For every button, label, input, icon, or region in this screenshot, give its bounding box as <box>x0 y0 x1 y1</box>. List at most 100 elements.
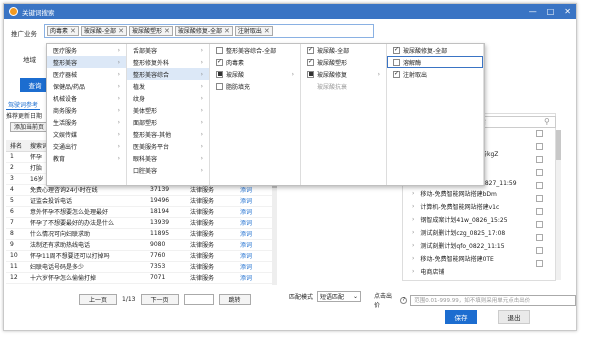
cascader-check-item[interactable]: 注射取出 <box>387 68 483 80</box>
checkbox[interactable] <box>393 70 400 78</box>
cascader-item[interactable]: 机械设备 › <box>47 92 126 104</box>
cascader-item[interactable]: 整形美容综合 › <box>127 68 209 80</box>
cascader-item[interactable]: 教育 › <box>47 152 126 164</box>
checkbox[interactable] <box>307 46 314 54</box>
table-cell: 法律服务 <box>186 261 236 273</box>
remove-tag-icon[interactable]: ✕ <box>224 27 230 36</box>
cascader-item[interactable]: 商务服务 › <box>47 104 126 116</box>
cascader-item[interactable]: 生活服务 › <box>47 116 126 128</box>
cascader-item[interactable]: 眼科美容 › <box>127 152 209 164</box>
add-keyword-link[interactable]: 添词 <box>236 261 276 273</box>
checkbox[interactable] <box>536 143 543 150</box>
minimize-icon[interactable]: — <box>529 7 537 16</box>
checkbox[interactable] <box>536 221 543 228</box>
add-keyword-link[interactable]: 添词 <box>236 217 276 229</box>
checkbox[interactable] <box>536 247 543 254</box>
cascader-item[interactable]: 医美服务平台 › <box>127 140 209 152</box>
tab-keyword-ref[interactable]: 驾驶词参考 <box>6 100 41 110</box>
jump-button[interactable]: 跳转 <box>218 294 251 305</box>
help-icon[interactable]: ? <box>400 296 408 304</box>
plan-list-item[interactable]: › 测试刻删计划qfo_0822_11:15 <box>402 239 542 252</box>
checkbox[interactable] <box>307 58 314 66</box>
cascader-check-item[interactable]: 玻尿酸抗衰 <box>301 80 386 92</box>
cascader-check-item[interactable]: 玻尿酸塑形 <box>301 56 386 68</box>
checkbox[interactable] <box>536 130 543 137</box>
cascader-item[interactable]: 整形美容-其他 › <box>127 128 209 140</box>
industry-tag-input[interactable]: 肉毒素 ✕ 玻尿酸-全部 ✕ 玻尿酸塑形 ✕ 玻尿酸修复-全部 ✕ 注射取出 ✕ <box>44 24 374 38</box>
checkbox[interactable] <box>307 70 314 78</box>
cascader-item[interactable]: 美体塑形 › <box>127 104 209 116</box>
cascader-check-item[interactable]: 整形美容综合-全部 <box>210 44 300 56</box>
checkbox[interactable] <box>536 156 543 163</box>
checkbox[interactable] <box>216 46 223 54</box>
search-icon[interactable]: ⚲ <box>544 117 550 126</box>
checkbox[interactable] <box>536 195 543 202</box>
table-cell: 法律服务 <box>186 195 236 207</box>
remove-tag-icon[interactable]: ✕ <box>70 27 76 36</box>
close-icon[interactable]: ✕ <box>564 7 571 16</box>
cascader-item[interactable]: 舌部美容 › <box>127 44 209 56</box>
add-keyword-link[interactable]: 添词 <box>236 239 276 251</box>
checkbox[interactable] <box>536 260 543 267</box>
prev-page-button[interactable]: 上一页 <box>79 294 118 305</box>
cascader-check-item[interactable]: 肉毒素 <box>210 56 300 68</box>
plan-list-item[interactable]: › 钢智成案计划41w_0826_15:25 <box>402 213 542 226</box>
cascader-check-item[interactable]: 玻尿酸-全部 <box>301 44 386 56</box>
match-mode-select[interactable]: 短语匹配 ⌄ <box>317 291 362 302</box>
plan-list-item[interactable]: › 测试刻删计划czg_0825_17:08 <box>402 226 542 239</box>
add-keyword-link[interactable]: 添词 <box>236 272 276 284</box>
plan-list-item[interactable]: › 移动-免费智能网站搭建0TE <box>402 252 542 265</box>
plan-scrollbar[interactable] <box>556 130 561 280</box>
add-current-page-button[interactable]: 添加当前页 <box>10 122 49 132</box>
cascader-item[interactable]: 植发 › <box>127 80 209 92</box>
cascader-check-item[interactable]: 玻尿酸 › <box>210 68 300 80</box>
add-keyword-link[interactable]: 添词 <box>236 250 276 262</box>
plan-list-item[interactable]: › 移动-免费智能网站搭建bDm <box>402 187 542 200</box>
checkbox[interactable] <box>536 208 543 215</box>
tag-chip[interactable]: 肉毒素 ✕ <box>47 26 79 36</box>
cascader-check-item[interactable]: 玻尿酸修复 › <box>301 68 386 80</box>
cascader-item[interactable]: 医疗服务 › <box>47 44 126 56</box>
save-button[interactable]: 保存 <box>445 310 477 324</box>
checkbox[interactable] <box>536 169 543 176</box>
cascader-item[interactable]: 面部塑形 › <box>127 116 209 128</box>
tag-chip[interactable]: 注射取出 ✕ <box>234 26 273 36</box>
cascader-item[interactable]: 交通出行 › <box>47 140 126 152</box>
tag-chip[interactable]: 玻尿酸修复-全部 ✕ <box>174 26 233 36</box>
checkbox[interactable] <box>536 234 543 241</box>
bid-input[interactable]: 范围0.01-999.99，如不填则采用单元点击出价 <box>410 294 576 306</box>
page-jump-input[interactable] <box>183 294 214 305</box>
add-keyword-link[interactable]: 添词 <box>236 206 276 218</box>
checkbox[interactable] <box>393 46 400 54</box>
cascader-check-item[interactable]: 脂肪填充 <box>210 80 300 92</box>
checkbox[interactable] <box>216 58 223 66</box>
plan-list-item[interactable]: › 计算机-免费智能网站搭建v1c <box>402 200 542 213</box>
exit-button[interactable]: 退出 <box>498 310 530 324</box>
remove-tag-icon[interactable]: ✕ <box>164 27 170 36</box>
cascader-check-item[interactable]: 溶解酶 <box>387 56 483 68</box>
checkbox[interactable] <box>216 70 223 78</box>
table-cell: 13939 <box>146 217 186 229</box>
cascader-item[interactable]: 口腔美容 › <box>127 164 209 176</box>
remove-tag-icon[interactable]: ✕ <box>118 27 124 36</box>
chevron-right-icon: › <box>200 118 203 126</box>
add-keyword-link[interactable]: 添词 <box>236 195 276 207</box>
cascader-item[interactable]: 保健品/药品 › <box>47 80 126 92</box>
next-page-button[interactable]: 下一页 <box>140 294 179 305</box>
remove-tag-icon[interactable]: ✕ <box>264 27 270 36</box>
checkbox[interactable] <box>393 58 400 66</box>
maximize-icon[interactable]: □ <box>547 7 555 16</box>
cascader-item[interactable]: 整形修复外科 › <box>127 56 209 68</box>
plan-list-item[interactable]: › 电商店铺 <box>402 265 542 278</box>
checkbox[interactable] <box>216 82 223 90</box>
tag-chip[interactable]: 玻尿酸塑形 ✕ <box>128 26 173 36</box>
cascader-item[interactable]: 医疗器械 › <box>47 68 126 80</box>
add-keyword-link[interactable]: 添词 <box>236 228 276 240</box>
cascader-item[interactable]: 整形美容 › <box>47 56 126 68</box>
chevron-right-icon: › <box>200 142 203 150</box>
cascader-check-item[interactable]: 玻尿酸修复-全部 <box>387 44 483 56</box>
tag-chip[interactable]: 玻尿酸-全部 ✕ <box>80 26 127 36</box>
checkbox[interactable] <box>536 182 543 189</box>
cascader-item[interactable]: 文娱传媒 › <box>47 128 126 140</box>
cascader-item[interactable]: 纹身 › <box>127 92 209 104</box>
